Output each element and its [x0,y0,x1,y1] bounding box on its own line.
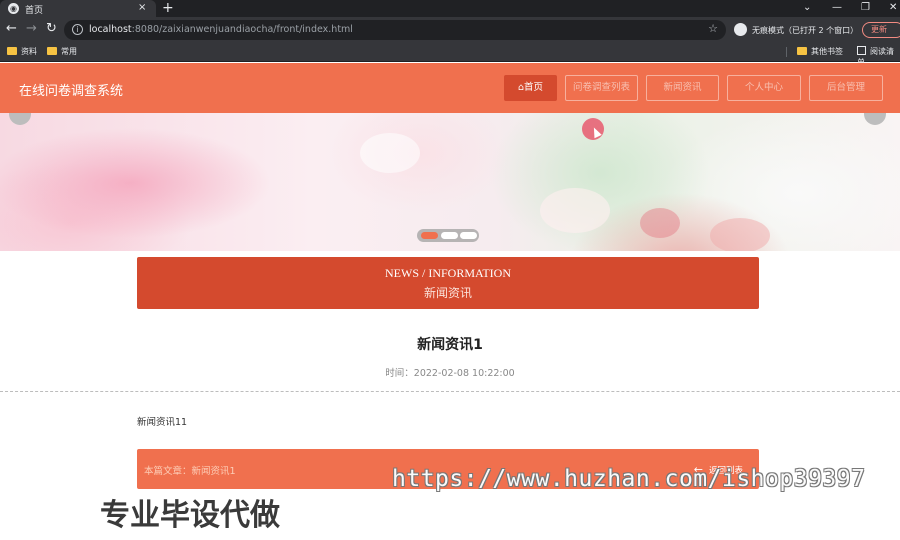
nav-survey-list[interactable]: 问卷调查列表 [565,75,638,101]
back-arrow-icon[interactable]: ← [6,22,17,36]
close-window-button[interactable]: ✕ [889,0,897,17]
maximize-button[interactable]: ❐ [861,0,870,17]
close-icon[interactable]: × [138,2,146,13]
carousel-dot[interactable] [421,232,438,239]
carousel-dot[interactable] [441,232,458,239]
banner-carousel[interactable] [0,113,900,251]
carousel-dot[interactable] [460,232,477,239]
bookmark-star-icon[interactable]: ☆ [708,22,718,35]
watermark-url: https://www.huzhan.com/ishop39397 [392,466,866,492]
info-icon[interactable]: i [72,24,83,35]
bookmarks-bar: 资料 常用 其他书签 阅读清单 [0,42,900,67]
bookmark-folder[interactable]: 资料 [7,46,37,57]
article-time: 时间：2022-02-08 10:22:00 [385,368,515,379]
news-heading-cn: 新闻资讯 [423,286,472,300]
address-bar[interactable]: i localhost:8080/zaixianwenjuandiaocha/f… [64,20,726,40]
folder-icon [47,47,57,55]
current-article-label: 本篇文章：新闻资讯1 [144,466,236,477]
other-bookmarks[interactable]: 其他书签 [797,46,843,57]
nav-home[interactable]: ⌂首页 [504,75,557,101]
address-url: localhost:8080/zaixianwenjuandiaocha/fro… [89,24,353,35]
minimize-button[interactable]: — [832,0,842,17]
folder-icon [7,47,17,55]
incognito-label: 无痕模式（已打开 2 个窗口） [752,26,859,35]
article-title: 新闻资讯1 [417,337,483,353]
bookmark-folder[interactable]: 常用 [47,46,77,57]
tab-search-icon[interactable]: ⌄ [803,0,811,17]
blossom-decoration [540,188,610,233]
article-body: 新闻资讯11 [137,417,188,428]
browser-tab[interactable]: ◉ 首页 × [0,0,156,17]
news-section-heading: NEWS / INFORMATION 新闻资讯 [137,257,759,309]
tab-title: 首页 [25,6,44,16]
bookmark-separator [786,47,787,57]
reload-icon[interactable]: ↻ [46,22,57,36]
divider [0,391,900,392]
nav-news[interactable]: 新闻资讯 [646,75,719,101]
nav-admin[interactable]: 后台管理 [809,75,883,101]
carousel-next-button[interactable] [864,113,886,125]
blossom-decoration [640,208,680,238]
forward-arrow-icon[interactable]: → [26,22,37,36]
browser-toolbar: ← → ↻ i localhost:8080/zaixianwenjuandia… [0,17,900,42]
blossom-decoration [710,218,770,251]
news-heading-en: NEWS / INFORMATION [385,266,511,280]
globe-icon: ◉ [8,3,19,14]
watermark-text: 专业毕设代做 [100,498,280,533]
nav-user-center[interactable]: 个人中心 [727,75,801,101]
carousel-indicators [417,229,479,242]
new-tab-button[interactable]: + [162,0,174,17]
folder-icon [797,47,807,55]
update-button[interactable]: 更新 [862,22,900,38]
site-header: 在线问卷调查系统 ⌂首页 问卷调查列表 新闻资讯 个人中心 后台管理 [0,63,900,113]
incognito-icon[interactable] [734,23,747,36]
browser-tab-bar: ◉ 首页 × + ⌄ — ❐ ✕ [0,0,900,17]
blossom-decoration [360,133,420,173]
site-title: 在线问卷调查系统 [19,84,124,99]
reading-list-icon [857,46,866,55]
carousel-prev-button[interactable] [9,113,31,125]
